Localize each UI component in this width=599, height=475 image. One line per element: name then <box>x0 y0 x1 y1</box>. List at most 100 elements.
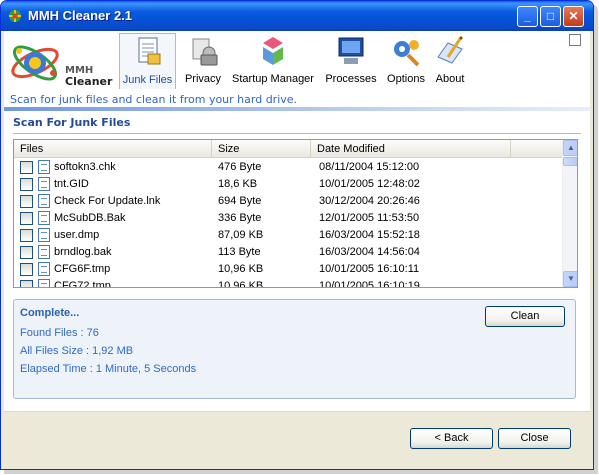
file-name: tnt.GID <box>54 178 89 190</box>
footer-divider <box>4 411 590 412</box>
list-item[interactable]: McSubDB.Bak 336 Byte 12/01/2005 11:53:50 <box>14 210 562 227</box>
column-header-size[interactable]: Size <box>212 140 311 158</box>
file-name: CFG72.tmp <box>54 280 111 288</box>
logo-icon <box>11 45 59 81</box>
junk-files-icon <box>138 37 160 65</box>
row-checkbox[interactable] <box>20 195 33 208</box>
tab-label: Processes <box>325 73 377 85</box>
tab-label: Privacy <box>184 73 222 85</box>
list-header: Files Size Date Modified <box>14 140 562 158</box>
file-name: Check For Update.lnk <box>54 195 161 207</box>
file-name: brndlog.bak <box>54 246 112 258</box>
header-toolbar: MMH Cleaner Junk Files Privacy Startup M… <box>4 31 590 107</box>
back-button[interactable]: < Back <box>410 428 493 449</box>
file-date: 08/11/2004 15:12:00 <box>319 161 420 173</box>
logo-line-2: Cleaner <box>65 75 113 88</box>
status-state: Complete... <box>20 307 80 319</box>
section-title: Scan For Junk Files <box>13 116 131 129</box>
tab-about[interactable]: About <box>431 33 469 89</box>
file-date: 10/01/2005 16:10:19 <box>319 280 420 288</box>
row-checkbox[interactable] <box>20 178 33 191</box>
list-item[interactable]: Check For Update.lnk 694 Byte 30/12/2004… <box>14 193 562 210</box>
tab-startup-manager[interactable]: Startup Manager <box>230 33 316 89</box>
row-checkbox[interactable] <box>20 246 33 259</box>
tab-label: Junk Files <box>122 74 173 86</box>
column-header-files[interactable]: Files <box>14 140 212 158</box>
logo-text: MMH Cleaner <box>65 65 112 87</box>
options-icon <box>394 40 420 67</box>
file-size: 10,96 KB <box>218 280 264 288</box>
privacy-icon <box>192 38 218 66</box>
list-item[interactable]: brndlog.bak 113 Byte 16/03/2004 14:56:04 <box>14 244 562 261</box>
file-size: 10,96 KB <box>218 263 264 275</box>
file-icon <box>38 228 50 242</box>
window-title: MMH Cleaner 2.1 <box>28 8 133 23</box>
found-files-count: Found Files : 76 <box>20 327 99 339</box>
file-size: 113 Byte <box>218 246 261 258</box>
about-icon <box>437 35 464 64</box>
row-checkbox[interactable] <box>20 229 33 242</box>
scroll-down-arrow-icon[interactable]: ▼ <box>563 271 577 287</box>
list-item[interactable]: CFG72.tmp 10,96 KB 10/01/2005 16:10:19 <box>14 278 562 288</box>
list-item[interactable]: user.dmp 87,09 KB 16/03/2004 15:52:18 <box>14 227 562 244</box>
file-icon <box>38 262 50 276</box>
row-checkbox[interactable] <box>20 212 33 225</box>
file-size: 476 Byte <box>218 161 262 173</box>
tab-label: Startup Manager <box>232 73 314 85</box>
file-date: 12/01/2005 11:53:50 <box>319 212 420 224</box>
close-button[interactable]: Close <box>498 428 571 449</box>
tab-options[interactable]: Options <box>385 33 427 89</box>
file-size: 87,09 KB <box>218 229 264 241</box>
file-icon <box>38 160 50 174</box>
corner-checkbox[interactable] <box>569 34 581 46</box>
scroll-thumb[interactable] <box>563 157 577 166</box>
file-icon <box>38 177 50 191</box>
app-window: MMH Cleaner 2.1 _ □ ✕ MMH Cleaner Junk F… <box>0 0 594 470</box>
tab-processes[interactable]: Processes <box>322 33 380 89</box>
row-checkbox[interactable] <box>20 263 33 276</box>
scan-status-panel: Complete... Found Files : 76 All Files S… <box>13 299 576 399</box>
tab-label: About <box>435 73 465 85</box>
tab-label: Options <box>387 73 425 85</box>
section-divider <box>13 133 581 134</box>
file-date: 30/12/2004 20:26:46 <box>319 195 420 207</box>
scroll-up-arrow-icon[interactable]: ▲ <box>563 140 577 156</box>
file-icon <box>38 245 50 259</box>
list-item[interactable]: softokn3.chk 476 Byte 08/11/2004 15:12:0… <box>14 159 562 176</box>
vertical-scrollbar[interactable]: ▲ ▼ <box>562 140 577 287</box>
file-name: McSubDB.Bak <box>54 212 126 224</box>
tab-privacy[interactable]: Privacy <box>180 33 226 89</box>
minimize-button[interactable]: _ <box>517 6 538 27</box>
list-rows: softokn3.chk 476 Byte 08/11/2004 15:12:0… <box>14 159 562 288</box>
tab-junk-files[interactable]: Junk Files <box>119 33 176 89</box>
file-icon <box>38 279 50 287</box>
elapsed-time: Elapsed Time : 1 Minute, 5 Seconds <box>20 363 197 375</box>
page-description: Scan for junk files and clean it from yo… <box>10 93 298 106</box>
file-name: user.dmp <box>54 229 100 241</box>
app-icon <box>9 10 21 22</box>
maximize-button[interactable]: □ <box>540 6 561 27</box>
row-checkbox[interactable] <box>20 280 33 287</box>
list-item[interactable]: CFG6F.tmp 10,96 KB 10/01/2005 16:10:11 <box>14 261 562 278</box>
file-icon <box>38 211 50 225</box>
column-header-date-modified[interactable]: Date Modified <box>311 140 511 158</box>
logo: MMH Cleaner <box>9 37 119 89</box>
file-name: softokn3.chk <box>54 161 116 173</box>
main-panel: Scan For Junk Files Files Size Date Modi… <box>4 111 590 411</box>
file-date: 10/01/2005 16:10:11 <box>319 263 420 275</box>
startup-manager-icon <box>263 37 283 65</box>
title-bar[interactable]: MMH Cleaner 2.1 _ □ ✕ <box>1 1 593 31</box>
shortcut-file-icon <box>38 194 50 208</box>
file-size: 336 Byte <box>218 212 262 224</box>
file-date: 10/01/2005 12:48:02 <box>319 178 420 190</box>
file-date: 16/03/2004 14:56:04 <box>319 246 420 258</box>
junk-file-list[interactable]: Files Size Date Modified softokn3.chk 47… <box>13 139 578 288</box>
file-date: 16/03/2004 15:52:18 <box>319 229 420 241</box>
close-window-button[interactable]: ✕ <box>563 6 584 27</box>
file-size: 18,6 KB <box>218 178 258 190</box>
clean-button[interactable]: Clean <box>485 306 565 327</box>
list-item[interactable]: tnt.GID 18,6 KB 10/01/2005 12:48:02 <box>14 176 562 193</box>
row-checkbox[interactable] <box>20 161 33 174</box>
file-name: CFG6F.tmp <box>54 263 111 275</box>
file-size: 694 Byte <box>218 195 262 207</box>
